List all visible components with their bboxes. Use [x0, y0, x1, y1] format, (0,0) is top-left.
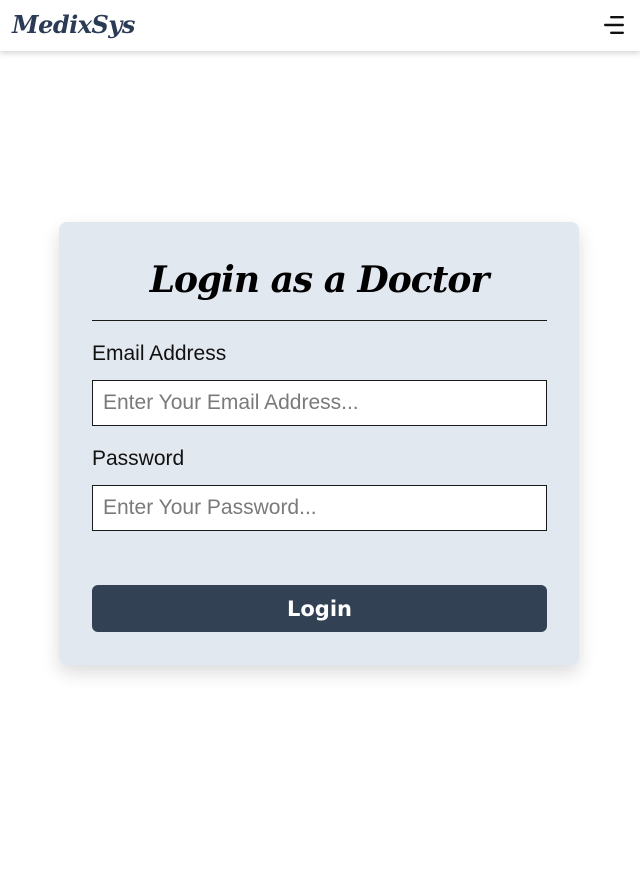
login-button[interactable]: Login	[92, 585, 547, 632]
login-card: Login as a Doctor Email Address Password…	[59, 222, 579, 665]
page-title: Login as a Doctor	[149, 259, 490, 301]
password-label: Password	[92, 447, 185, 470]
password-field[interactable]	[92, 485, 547, 531]
email-field[interactable]	[92, 380, 547, 426]
menu-button[interactable]	[602, 14, 626, 36]
top-navbar: MedixSys	[0, 0, 640, 51]
logo[interactable]: MedixSys	[12, 8, 135, 42]
menu-icon	[604, 16, 624, 34]
email-label: Email Address	[92, 342, 227, 365]
title-divider	[92, 320, 547, 321]
